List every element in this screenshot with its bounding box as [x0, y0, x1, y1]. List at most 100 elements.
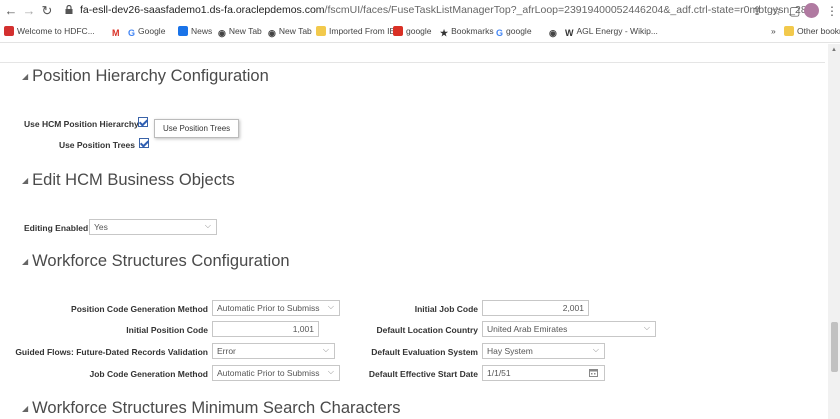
bookmarks-overflow-icon[interactable]: »: [771, 25, 776, 37]
sidepanel-icon[interactable]: ▢: [789, 3, 800, 19]
bookmark-label: AGL Energy - Wikip...: [576, 26, 658, 36]
pos-code-method-select[interactable]: Automatic Prior to Submiss ⌵: [212, 300, 340, 316]
chevron-down-icon: ⌵: [327, 367, 334, 376]
bookmark-favicon-icon: ◉: [218, 28, 226, 38]
pos-code-method-label: Position Code Generation Method: [71, 304, 208, 314]
select-value: Automatic Prior to Submiss: [217, 368, 320, 378]
forward-icon[interactable]: →: [22, 3, 36, 19]
collapse-triangle-icon[interactable]: ◢: [22, 404, 28, 413]
reload-icon[interactable]: ↻: [40, 3, 54, 19]
use-hcm-hierarchy-label: Use HCM Position Hierarchy: [24, 119, 139, 129]
bookmark-item[interactable]: G Google: [128, 25, 165, 39]
bookmark-favicon-icon: W: [565, 28, 574, 38]
bookmark-item[interactable]: News: [178, 25, 212, 37]
initial-pos-code-input[interactable]: 1,001: [212, 321, 319, 337]
chevron-down-icon: ⌵: [322, 345, 329, 354]
section-title: Edit HCM Business Objects: [32, 171, 235, 189]
section-position-hierarchy[interactable]: ◢ Position Hierarchy Configuration: [22, 67, 269, 86]
browser-chrome: ← → ↻ fa-esll-dev26-saasfademo1.ds-fa.or…: [0, 0, 840, 44]
guided-flows-select[interactable]: Error ⌵: [212, 343, 335, 359]
chevron-down-icon: ⌵: [592, 345, 599, 354]
chevron-down-icon: ⌵: [327, 302, 334, 311]
bookmark-label: New Tab: [228, 26, 262, 36]
bookmark-favicon-icon: ◉: [268, 28, 276, 38]
url-path: /fscmUI/faces/FuseTaskListManagerTop?_af…: [324, 4, 813, 16]
bookmark-item[interactable]: ◉ New Tab: [268, 25, 312, 39]
divider: [0, 62, 825, 63]
other-bookmarks[interactable]: Other bookmarks: [784, 25, 840, 37]
default-eval-label: Default Evaluation System: [371, 347, 478, 357]
bookmark-item[interactable]: Imported From IE: [316, 25, 395, 37]
default-eval-select[interactable]: Hay System ⌵: [482, 343, 605, 359]
star-icon[interactable]: ☆: [771, 3, 782, 19]
select-value: Hay System: [487, 346, 533, 356]
bookmark-item[interactable]: google: [393, 25, 432, 37]
bookmark-favicon-icon: G: [496, 28, 504, 38]
chevron-down-icon: ⌵: [204, 221, 211, 230]
bookmark-item[interactable]: ◉ New Tab: [218, 25, 262, 39]
editing-enabled-select[interactable]: Yes ⌵: [89, 219, 217, 235]
select-value: Error: [217, 346, 236, 356]
scroll-up-icon[interactable]: ▲: [831, 47, 837, 53]
lock-icon: [65, 5, 73, 14]
bookmark-item[interactable]: W AGL Energy - Wikip...: [565, 25, 658, 39]
bookmark-favicon-icon: M: [112, 28, 120, 38]
folder-icon: [784, 26, 794, 36]
url-field[interactable]: fa-esll-dev26-saasfademo1.ds-fa.oraclepd…: [80, 4, 813, 16]
section-workforce[interactable]: ◢ Workforce Structures Configuration: [22, 252, 290, 271]
bookmark-item[interactable]: ◉: [549, 25, 560, 39]
bookmark-label: Google: [138, 26, 166, 36]
bookmark-favicon-icon: [178, 26, 188, 36]
bookmarks-bar: Welcome to HDFC... M G Google News ◉ New Tab ◉ N…: [0, 22, 840, 43]
bookmark-label: google: [406, 26, 432, 36]
editing-enabled-label: Editing Enabled: [24, 223, 89, 233]
bookmark-favicon-icon: ◉: [549, 28, 557, 38]
bookmark-item[interactable]: Ggoogle: [496, 25, 532, 39]
bookmark-label: google: [506, 26, 532, 36]
bookmark-label: New Tab: [278, 26, 312, 36]
back-icon[interactable]: ←: [4, 3, 18, 19]
select-value: Yes: [94, 222, 108, 232]
collapse-triangle-icon[interactable]: ◢: [22, 176, 28, 185]
bookmark-favicon-icon: [4, 26, 14, 36]
calendar-icon[interactable]: [589, 368, 598, 377]
job-code-method-label: Job Code Generation Method: [89, 369, 208, 379]
bookmark-favicon-icon: [393, 26, 403, 36]
use-hcm-hierarchy-checkbox[interactable]: [138, 117, 148, 127]
job-code-method-select[interactable]: Automatic Prior to Submiss ⌵: [212, 365, 340, 381]
bookmark-item[interactable]: ★ Bookmarks: [440, 25, 494, 39]
default-location-label: Default Location Country: [376, 325, 478, 335]
address-bar-row: ← → ↻ fa-esll-dev26-saasfademo1.ds-fa.or…: [0, 0, 840, 22]
bookmark-item[interactable]: M: [112, 25, 123, 39]
bookmark-item[interactable]: Welcome to HDFC...: [4, 25, 95, 37]
use-position-trees-checkbox[interactable]: [139, 138, 149, 148]
bookmark-label: News: [191, 26, 213, 36]
bookmark-favicon-icon: [316, 26, 326, 36]
default-location-select[interactable]: United Arab Emirates ⌵: [482, 321, 656, 337]
bookmark-label: Welcome to HDFC...: [17, 26, 95, 36]
select-value: United Arab Emirates: [487, 324, 568, 334]
select-value: Automatic Prior to Submiss: [217, 303, 320, 313]
collapse-triangle-icon[interactable]: ◢: [22, 257, 28, 266]
initial-job-code-input[interactable]: 2,001: [482, 300, 589, 316]
section-edit-hcm[interactable]: ◢ Edit HCM Business Objects: [22, 171, 235, 190]
section-title: Position Hierarchy Configuration: [32, 67, 269, 85]
section-min-search[interactable]: ◢ Workforce Structures Minimum Search Cha…: [22, 399, 400, 418]
section-title: Workforce Structures Minimum Search Char…: [32, 399, 401, 417]
input-value: 1/1/51: [487, 368, 511, 378]
scrollbar-thumb[interactable]: [831, 322, 838, 372]
collapse-triangle-icon[interactable]: ◢: [22, 72, 28, 81]
bookmark-label: Bookmarks: [451, 26, 494, 36]
default-start-input[interactable]: 1/1/51: [482, 365, 605, 381]
bookmark-favicon-icon: G: [128, 28, 136, 38]
tooltip: Use Position Trees: [154, 119, 240, 138]
profile-avatar[interactable]: [804, 3, 819, 18]
bookmark-label: Imported From IE: [329, 26, 396, 36]
initial-job-code-label: Initial Job Code: [414, 304, 478, 314]
url-domain: fa-esll-dev26-saasfademo1.ds-fa.oraclepd…: [80, 4, 325, 16]
initial-pos-code-label: Initial Position Code: [126, 325, 208, 335]
share-icon[interactable]: ⇪: [752, 3, 762, 19]
default-start-label: Default Effective Start Date: [368, 369, 478, 379]
guided-flows-label: Guided Flows: Future-Dated Records Valid…: [15, 347, 208, 357]
menu-dots-icon[interactable]: ⋮: [826, 3, 838, 19]
